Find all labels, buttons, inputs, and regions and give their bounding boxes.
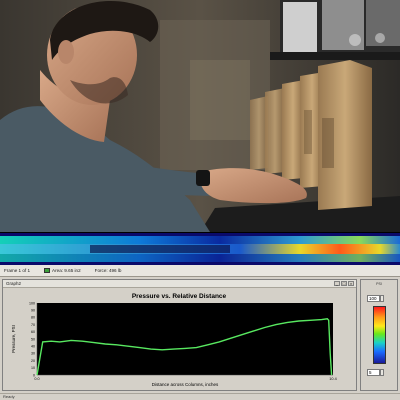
y-tick-label: 50 (31, 337, 35, 341)
y-tick-label: 40 (31, 345, 35, 349)
area-readout: Area: 9.65 in2 (44, 267, 81, 274)
scale-max-input[interactable]: 100 (367, 295, 380, 302)
graph-window-title: Graph2 (6, 281, 22, 286)
close-button[interactable]: × (348, 281, 354, 286)
area-swatch-icon (44, 268, 51, 274)
y-tick-label: 80 (31, 316, 35, 320)
scale-min-spinner[interactable] (380, 369, 384, 376)
product-photo (0, 0, 400, 232)
scale-unit-label: PSI (376, 282, 382, 286)
minimize-button[interactable]: _ (334, 281, 340, 286)
graph-window-titlebar[interactable]: Graph2 _ □ × (3, 280, 356, 288)
scale-max-spinner[interactable] (380, 295, 384, 302)
photo-illustration (0, 0, 400, 232)
status-bar: Ready (0, 393, 400, 400)
pressure-color-scale (373, 306, 386, 364)
scale-min-input[interactable]: 5 (367, 369, 380, 376)
area-value: Area: 9.65 in2 (52, 267, 81, 273)
chart-title: Pressure vs. Relative Distance (132, 293, 227, 300)
maximize-button[interactable]: □ (341, 281, 347, 286)
scale-panel: PSI 100 5 (360, 279, 398, 391)
info-bar: Frame 1 of 1 Area: 9.65 in2 Force: 496 l… (0, 265, 400, 277)
graph-window: Graph2 _ □ × Pressure vs. Relative Dista… (2, 279, 357, 391)
plot-background (37, 303, 333, 375)
x-tick-label: 10.4 (329, 377, 336, 381)
window-controls: _ □ × (334, 281, 354, 286)
y-tick-label: 10 (31, 366, 35, 370)
y-tick-label: 30 (31, 352, 35, 356)
y-tick-label: 90 (31, 309, 35, 313)
y-tick-label: 20 (31, 359, 35, 363)
y-tick-label: 70 (31, 323, 35, 327)
pressure-heatmap (0, 233, 400, 266)
pressure-heatmap-strip (0, 232, 400, 266)
y-tick-label: 100 (29, 301, 35, 305)
status-text: Ready (3, 394, 15, 399)
frame-counter: Frame 1 of 1 (4, 268, 31, 273)
x-axis-label: Distance across Columns, inches (152, 382, 219, 387)
x-tick-label: 0.0 (34, 377, 39, 381)
y-tick-label: 60 (31, 330, 35, 334)
y-axis-label: Pressure, PSI (11, 325, 16, 353)
plot-area: Pressure vs. Relative Distance 100 90 80 70… (3, 289, 356, 390)
pressure-chart: Pressure vs. Relative Distance 100 90 80 70… (3, 289, 356, 390)
force-readout: Force: 496 lb (94, 268, 122, 273)
